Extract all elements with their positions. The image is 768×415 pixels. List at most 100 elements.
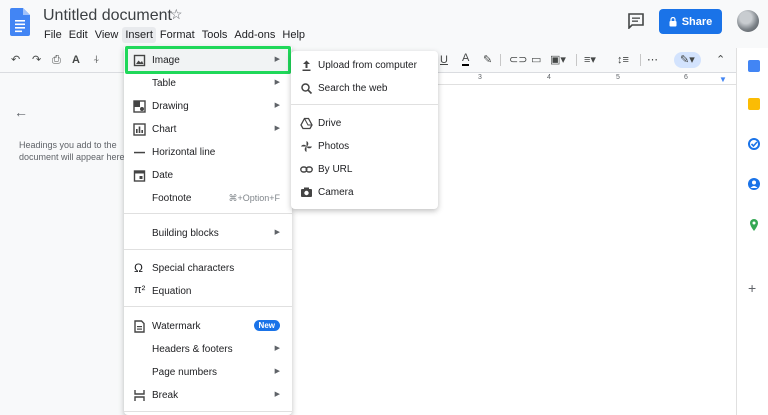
image-submenu: Upload from computer Search the web Driv… [291,51,438,209]
docs-logo-icon[interactable] [10,8,30,36]
back-arrow-icon[interactable]: ← [14,104,28,120]
submenu-item-camera[interactable]: Camera [291,181,438,203]
menu-item-footnote[interactable]: Footnote ⌘+Option+F [124,187,292,209]
insert-menu: Image ▶ Table ▶ Drawing ▶ Chart ▶ Horizo… [124,47,292,415]
undo-icon[interactable]: ↶ [11,53,20,67]
menu-add-ons[interactable]: Add-ons [231,27,278,43]
chevron-right-icon: ▶ [274,79,280,86]
chevron-right-icon: ▶ [274,345,280,352]
menu-edit[interactable]: Edit [66,27,91,43]
chevron-right-icon: ▶ [274,368,280,375]
drive-icon [300,117,313,130]
star-icon[interactable]: ☆ [170,6,183,23]
collapse-icon[interactable]: ⌃ [716,53,725,67]
highlight-box [125,46,291,74]
chevron-right-icon: ▶ [274,391,280,398]
menu-tools[interactable]: Tools [199,27,231,43]
toolbar-separator [576,54,577,66]
menu-bar: File Edit View Insert Format Tools Add-o… [41,27,309,43]
submenu-item-by-url[interactable]: By URL [291,158,438,180]
ruler-tick: 6 [684,74,688,81]
share-label: Share [681,15,713,28]
submenu-item-upload[interactable]: Upload from computer [291,54,438,76]
chevron-right-icon: ▶ [274,102,280,109]
indent-marker-icon[interactable]: ▼ [719,75,727,84]
upload-icon [300,59,313,72]
menu-view[interactable]: View [92,27,122,43]
horizontal-line-icon [133,146,146,159]
chevron-right-icon: ▶ [274,229,280,236]
more-icon[interactable]: ⋯ [647,53,658,67]
document-title[interactable]: Untitled document [43,7,172,25]
watermark-icon [133,320,146,333]
print-icon[interactable]: ⎙ [52,53,61,67]
camera-icon [300,186,313,199]
align-icon[interactable]: ≡▾ [584,53,596,67]
menu-separator [124,249,292,250]
toolbar-separator [640,54,641,66]
contacts-app-icon[interactable] [748,178,760,190]
menu-item-building-blocks[interactable]: Building blocks ▶ [124,222,292,244]
side-panel: + [736,48,768,415]
highlight-color-icon[interactable]: ✎ [483,53,492,67]
tasks-app-icon[interactable] [748,138,760,150]
menu-item-drawing[interactable]: Drawing ▶ [124,95,292,117]
menu-separator [124,411,292,412]
chart-icon [133,123,146,136]
share-button[interactable]: Share [659,9,722,34]
menu-item-chart[interactable]: Chart ▶ [124,118,292,140]
ruler-tick: 4 [547,74,551,81]
menu-item-horizontal-line[interactable]: Horizontal line [124,141,292,163]
keep-app-icon[interactable] [748,98,760,110]
menu-item-break[interactable]: Break ▶ [124,384,292,406]
text-color-icon[interactable]: A [462,53,470,66]
maps-app-icon[interactable] [748,219,760,231]
ruler-tick: 5 [616,74,620,81]
insert-image-icon[interactable]: ▣▾ [550,53,566,67]
menu-item-equation[interactable]: π² Equation [124,280,292,302]
paint-format-icon[interactable]: ⍭ [93,53,100,67]
menu-item-table[interactable]: Table ▶ [124,72,292,94]
menu-item-page-numbers[interactable]: Page numbers ▶ [124,361,292,383]
lock-icon [669,16,677,26]
menu-file[interactable]: File [41,27,65,43]
shortcut-label: ⌘+Option+F [228,193,280,203]
add-addon-icon[interactable]: + [748,281,760,295]
account-avatar[interactable] [737,10,759,32]
menu-insert[interactable]: Insert [122,27,156,43]
menu-item-date[interactable]: Date [124,164,292,186]
drawing-icon [133,100,146,113]
submenu-item-search-web[interactable]: Search the web [291,77,438,99]
editing-mode-icon[interactable]: ✎▾ [674,52,701,68]
menu-item-watermark[interactable]: Watermark New [124,315,292,337]
omega-icon: Ω [134,261,143,275]
menu-help[interactable]: Help [279,27,308,43]
submenu-item-drive[interactable]: Drive [291,112,438,134]
chevron-right-icon: ▶ [274,125,280,132]
spellcheck-icon[interactable]: A [72,53,80,67]
line-spacing-icon[interactable]: ↕≡ [617,53,629,67]
calendar-icon [133,169,146,182]
comment-history-icon[interactable] [627,13,645,29]
menu-separator [291,104,438,105]
photos-icon [300,140,313,153]
toolbar-separator [500,54,501,66]
submenu-item-photos[interactable]: Photos [291,135,438,157]
break-icon [133,389,146,402]
underline-icon[interactable]: U [440,53,448,67]
new-badge: New [253,320,280,331]
menu-format[interactable]: Format [157,27,198,43]
calendar-app-icon[interactable] [748,60,760,72]
link-icon [300,163,313,176]
menu-item-headers-footers[interactable]: Headers & footers ▶ [124,338,292,360]
pi-icon: π² [134,284,146,296]
redo-icon[interactable]: ↷ [32,53,41,67]
insert-link-icon[interactable]: ⊂⊃ [509,53,527,67]
menu-item-special-characters[interactable]: Ω Special characters [124,257,292,279]
add-comment-icon[interactable]: ▭ [531,53,541,67]
ruler-tick: 3 [478,74,482,81]
menu-separator [124,306,292,307]
search-icon [300,82,313,95]
outline-hint: Headings you add to the document will ap… [19,140,128,162]
menu-separator [124,213,292,214]
